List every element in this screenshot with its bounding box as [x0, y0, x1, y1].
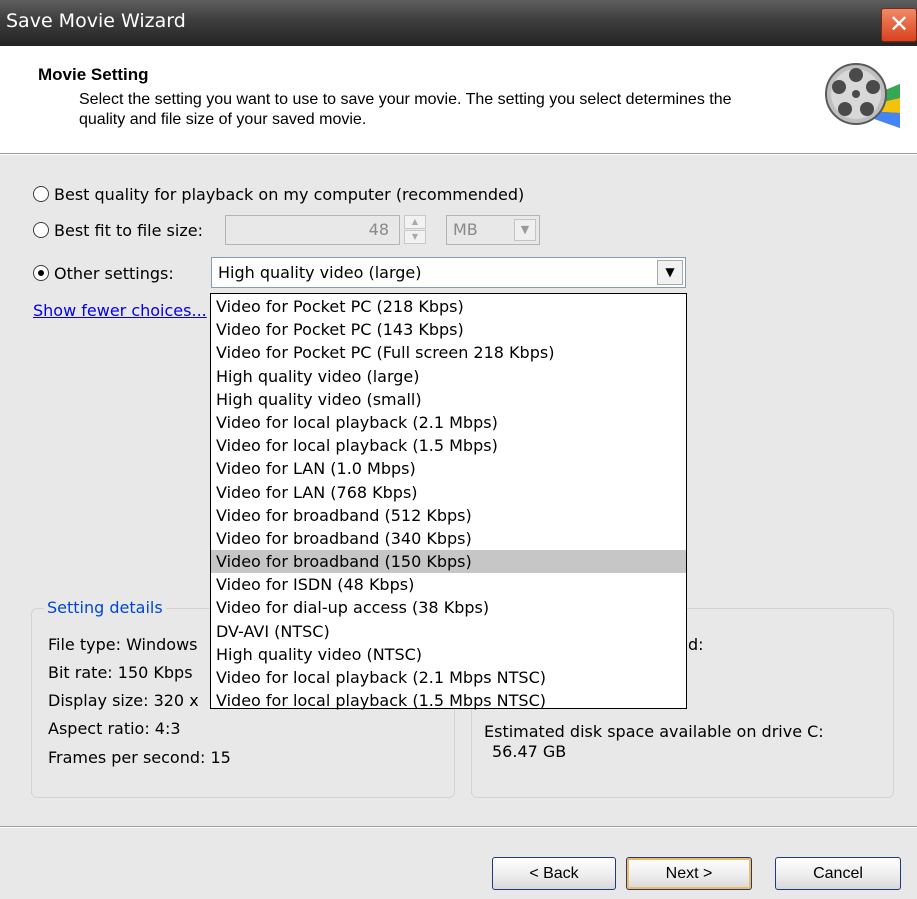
- best-quality-radio[interactable]: [33, 186, 49, 202]
- back-button[interactable]: < Back: [492, 857, 616, 890]
- dropdown-item[interactable]: Video for LAN (768 Kbps): [211, 481, 686, 504]
- title-bar: Save Movie Wizard ✕: [0, 0, 917, 46]
- dropdown-item[interactable]: High quality video (small): [211, 388, 686, 411]
- dropdown-item[interactable]: High quality video (large): [211, 365, 686, 388]
- detail-file-type: File type: Windows: [48, 635, 198, 654]
- detail-display-size: Display size: 320 x: [48, 691, 199, 710]
- disk-space-label: Estimated disk space available on drive …: [484, 722, 824, 741]
- dropdown-item[interactable]: High quality video (NTSC): [211, 643, 686, 666]
- dropdown-item[interactable]: Video for LAN (1.0 Mbps): [211, 457, 686, 480]
- best-quality-label: Best quality for playback on my computer…: [54, 184, 525, 204]
- dropdown-item[interactable]: Video for broadband (340 Kbps): [211, 527, 686, 550]
- spin-down-icon[interactable]: ▼: [404, 230, 426, 244]
- dropdown-item[interactable]: Video for local playback (2.1 Mbps NTSC): [211, 666, 686, 689]
- disk-space-value: 56.47 GB: [492, 742, 567, 761]
- dropdown-item[interactable]: Video for ISDN (48 Kbps): [211, 573, 686, 596]
- chevron-down-icon[interactable]: ▼: [657, 260, 683, 285]
- dropdown-item[interactable]: Video for Pocket PC (Full screen 218 Kbp…: [211, 341, 686, 364]
- cancel-button[interactable]: Cancel: [775, 857, 901, 890]
- best-fit-label: Best fit to file size:: [54, 220, 203, 240]
- file-size-spinner[interactable]: ▲ ▼: [404, 215, 428, 245]
- option-other-settings[interactable]: Other settings:: [33, 261, 174, 285]
- dropdown-item[interactable]: Video for local playback (1.5 Mbps): [211, 434, 686, 457]
- other-settings-radio[interactable]: [33, 265, 49, 281]
- dropdown-item[interactable]: Video for local playback (1.5 Mbps NTSC): [211, 689, 686, 712]
- dropdown-item[interactable]: Video for broadband (512 Kbps): [211, 504, 686, 527]
- dropdown-item[interactable]: Video for dial-up access (38 Kbps): [211, 596, 686, 619]
- detail-aspect-ratio: Aspect ratio: 4:3: [48, 719, 181, 738]
- dropdown-item[interactable]: DV-AVI (NTSC): [211, 620, 686, 643]
- page-description: Select the setting you want to use to sa…: [79, 91, 732, 128]
- file-size-input[interactable]: 48: [225, 215, 400, 245]
- setting-details-legend: Setting details: [44, 598, 166, 617]
- selected-setting: High quality video (large): [218, 263, 422, 282]
- detail-bit-rate: Bit rate: 150 Kbps: [48, 663, 193, 682]
- dropdown-item[interactable]: Video for Pocket PC (143 Kbps): [211, 318, 686, 341]
- other-settings-select[interactable]: High quality video (large) ▼: [211, 257, 686, 288]
- settings-dropdown-list[interactable]: Video for Pocket PC (218 Kbps) Video for…: [210, 293, 687, 712]
- chevron-down-icon[interactable]: ▼: [514, 219, 536, 241]
- next-button[interactable]: Next >: [626, 857, 752, 890]
- show-fewer-choices-link[interactable]: Show fewer choices...: [33, 301, 207, 320]
- dropdown-item[interactable]: Video for local playback (2.1 Mbps): [211, 411, 686, 434]
- close-button[interactable]: ✕: [881, 8, 917, 42]
- file-size-unit: MB: [453, 220, 478, 239]
- option-best-fit[interactable]: Best fit to file size:: [33, 218, 203, 242]
- option-best-quality[interactable]: Best quality for playback on my computer…: [33, 182, 524, 206]
- dropdown-item[interactable]: Video for Pocket PC (218 Kbps): [211, 295, 686, 318]
- file-size-unit-select[interactable]: MB ▼: [446, 215, 540, 245]
- wizard-header: Movie Setting Select the setting you wan…: [0, 46, 917, 153]
- dropdown-item-highlighted[interactable]: Video for broadband (150 Kbps): [211, 550, 686, 574]
- spin-up-icon[interactable]: ▲: [404, 215, 426, 229]
- page-title: Movie Setting: [38, 65, 149, 84]
- film-reel-icon: [825, 63, 900, 128]
- best-fit-radio[interactable]: [33, 222, 49, 238]
- other-settings-label: Other settings:: [54, 263, 174, 283]
- window-title: Save Movie Wizard: [6, 10, 186, 32]
- disk-partial-label: d:: [688, 635, 704, 654]
- detail-fps: Frames per second: 15: [48, 748, 231, 767]
